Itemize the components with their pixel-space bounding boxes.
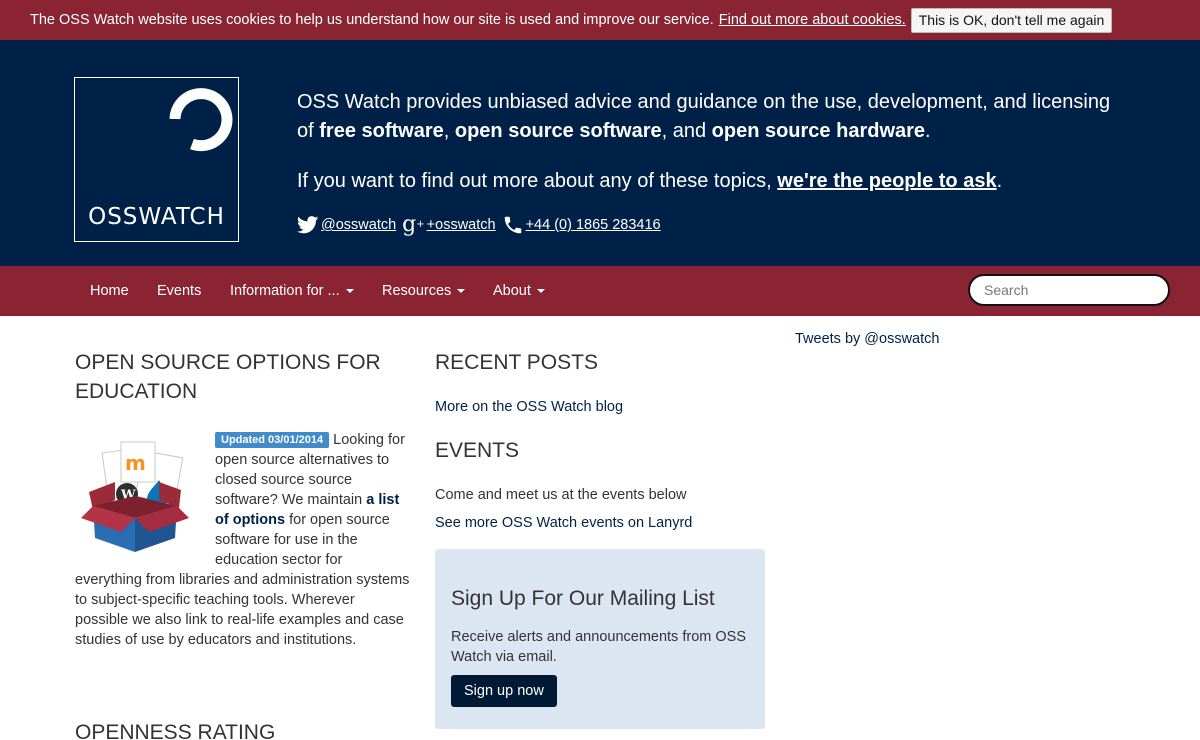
options-title: OPEN SOURCE OPTIONS FOR EDUCATION: [75, 351, 381, 403]
events-title: EVENTS: [435, 439, 520, 462]
nav-about[interactable]: About: [493, 266, 545, 316]
mailing-list-text: Receive alerts and announcements from OS…: [451, 629, 746, 665]
social-links: @osswatch g + +osswatch +44 (0) 1865 2834…: [297, 214, 667, 236]
openness-title: OPENNESS RATING: [75, 721, 276, 740]
caret-down-icon: [345, 289, 354, 294]
blog-link[interactable]: More on the OSS Watch blog: [435, 399, 765, 415]
intro-open-source-hardware: open source hardware: [711, 120, 926, 142]
options-body: m W Updated 03/01/2014 Looking for open …: [75, 432, 410, 648]
nav-information-label: Information for ...: [230, 283, 340, 299]
nav-resources[interactable]: Resources: [382, 266, 466, 316]
main-navbar: Home Events Information for ... Resource…: [0, 266, 1200, 316]
logo-text: OSSWATCH: [88, 204, 225, 230]
site-logo[interactable]: OSSWATCH: [74, 77, 239, 242]
svg-text:m: m: [125, 451, 146, 475]
nav-home[interactable]: Home: [90, 266, 129, 316]
twitter-icon: [297, 216, 319, 234]
twitter-link[interactable]: @osswatch: [321, 217, 396, 233]
gplus-link[interactable]: +osswatch: [427, 217, 496, 233]
nav-information-for[interactable]: Information for ...: [230, 266, 354, 316]
nav-about-label: About: [493, 283, 531, 299]
twitter-item: @osswatch: [297, 216, 396, 234]
phone-link[interactable]: +44 (0) 1865 283416: [526, 217, 661, 233]
options-section: OPEN SOURCE OPTIONS FOR EDUCATION m W Up…: [75, 348, 410, 650]
cookie-accept-button[interactable]: This is OK, don't tell me again: [910, 7, 1113, 33]
cookie-info-link[interactable]: Find out more about cookies.: [719, 12, 906, 28]
site-header: OSSWATCH OSS Watch provides unbiased adv…: [0, 40, 1200, 266]
ask-text: If you want to find out more about any o…: [297, 170, 1003, 192]
news-column: RECENT POSTS More on the OSS Watch blog …: [435, 348, 765, 531]
ask-link[interactable]: we're the people to ask: [777, 170, 996, 192]
logo-ring-icon: [169, 88, 233, 152]
cookie-bar: The OSS Watch website uses cookies to he…: [0, 0, 1200, 40]
updated-badge: Updated 03/01/2014: [215, 432, 330, 448]
events-text: Come and meet us at the events below: [435, 487, 687, 503]
nav-events[interactable]: Events: [157, 266, 201, 316]
intro-free-software: free software: [319, 120, 444, 142]
header-intro: OSS Watch provides unbiased advice and g…: [297, 88, 1117, 196]
phone-item: +44 (0) 1865 283416: [502, 214, 661, 236]
phone-icon: [502, 214, 524, 236]
gplus-item: g + +osswatch: [402, 212, 496, 237]
search-input[interactable]: [968, 274, 1170, 306]
caret-down-icon: [457, 289, 466, 294]
recent-posts-title: RECENT POSTS: [435, 351, 598, 374]
sign-up-button[interactable]: Sign up now: [451, 675, 557, 707]
mailing-list-title: Sign Up For Our Mailing List: [451, 587, 715, 610]
caret-down-icon: [536, 289, 545, 294]
google-plus-icon: g +: [402, 212, 425, 237]
nav-resources-label: Resources: [382, 283, 452, 299]
cookie-message: The OSS Watch website uses cookies to he…: [30, 12, 714, 28]
intro-open-source-software: open source software: [454, 120, 662, 142]
lanyrd-link[interactable]: See more OSS Watch events on Lanyrd: [435, 515, 765, 531]
education-software-box-image: m W: [81, 441, 189, 552]
mailing-list-panel: Sign Up For Our Mailing List Receive ale…: [435, 549, 765, 729]
tweets-link[interactable]: Tweets by @osswatch: [795, 331, 939, 347]
intro-text: OSS Watch provides unbiased advice and g…: [297, 91, 1111, 142]
